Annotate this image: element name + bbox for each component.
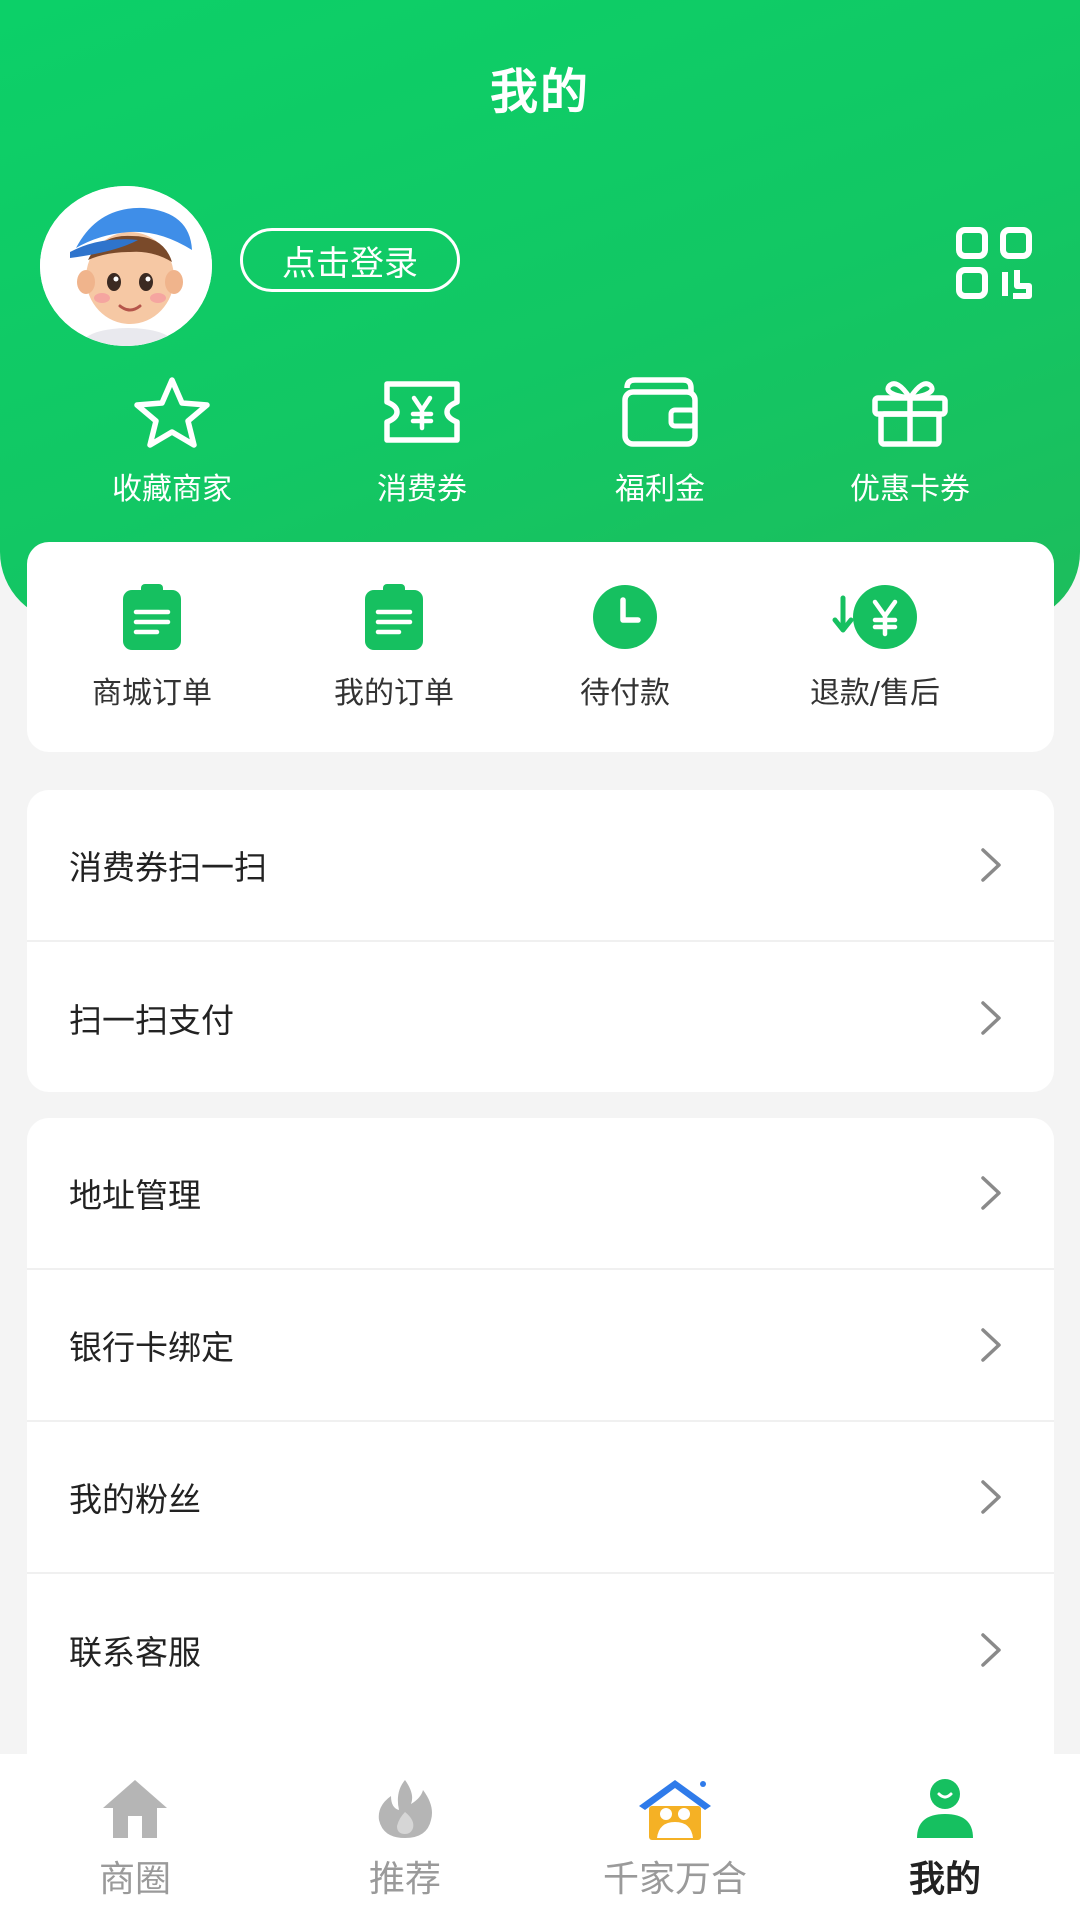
tab-label: 推荐 <box>368 1859 441 1900</box>
quick-item-vouchers[interactable]: 消费券 <box>312 374 532 508</box>
menu-item-voucher-scan[interactable]: 消费券扫一扫 <box>27 790 1054 942</box>
quick-item-label: 消费券 <box>377 472 467 507</box>
quick-item-favorites[interactable]: 收藏商家 <box>62 374 282 508</box>
quick-item-label: 优惠卡券 <box>850 472 970 507</box>
chevron-right-icon <box>981 1328 1001 1362</box>
menu-item-label: 地址管理 <box>69 1176 201 1215</box>
order-item-label: 商城订单 <box>92 676 212 711</box>
menu-group-scan: 消费券扫一扫 扫一扫支付 <box>27 790 1054 1092</box>
tab-label: 我的 <box>908 1859 981 1900</box>
menu-item-label: 银行卡绑定 <box>69 1328 234 1367</box>
clock-icon <box>593 585 657 649</box>
menu-group-settings: 地址管理 银行卡绑定 我的粉丝 联系客服 <box>27 1118 1054 1758</box>
menu-item-bank-card[interactable]: 银行卡绑定 <box>27 1270 1054 1422</box>
order-doc-icon <box>365 584 423 650</box>
menu-item-label: 我的粉丝 <box>69 1480 201 1519</box>
page-title: 我的 <box>489 64 590 120</box>
flame-icon <box>378 1780 432 1838</box>
order-item-mine[interactable]: 我的订单 <box>269 582 519 712</box>
order-item-refund[interactable]: 退款/售后 <box>750 582 1000 712</box>
quick-item-coupons[interactable]: 优惠卡券 <box>800 374 1020 508</box>
tab-recommend[interactable]: 推荐 <box>305 1776 505 1902</box>
tab-label: 商圈 <box>98 1859 171 1900</box>
avatar[interactable] <box>40 186 212 346</box>
login-button[interactable]: 点击登录 <box>240 228 460 292</box>
chevron-right-icon <box>981 1176 1001 1210</box>
wallet-icon <box>622 377 698 447</box>
star-icon <box>134 377 210 448</box>
user-icon <box>917 1779 973 1838</box>
quick-item-welfare[interactable]: 福利金 <box>550 374 770 508</box>
order-doc-icon <box>123 584 181 650</box>
tab-business-circle[interactable]: 商圈 <box>35 1776 235 1902</box>
home-icon <box>103 1780 167 1838</box>
boy-avatar-icon <box>40 186 212 346</box>
order-item-label: 我的订单 <box>334 676 454 711</box>
order-item-pending-payment[interactable]: 待付款 <box>500 582 750 712</box>
menu-item-label: 消费券扫一扫 <box>69 848 267 887</box>
menu-item-label: 联系客服 <box>69 1633 201 1672</box>
quick-links-row: 收藏商家 消费券 福利金 优惠卡券 <box>0 374 1080 514</box>
menu-item-label: 扫一扫支付 <box>69 1001 234 1040</box>
qr-code-icon[interactable] <box>955 226 1035 300</box>
tab-mine[interactable]: 我的 <box>845 1776 1045 1902</box>
chevron-right-icon <box>981 1480 1001 1514</box>
quick-item-label: 福利金 <box>615 472 705 507</box>
house-family-icon <box>639 1780 711 1840</box>
tab-family[interactable]: 千家万合 <box>575 1776 775 1902</box>
order-item-mall[interactable]: 商城订单 <box>27 582 277 712</box>
gift-icon <box>872 381 948 447</box>
chevron-right-icon <box>981 1633 1001 1667</box>
chevron-right-icon <box>981 1001 1001 1035</box>
ticket-icon <box>384 381 460 443</box>
profile-header: 我的 点击登录 收藏商家 消费券 福利金 优惠卡券 <box>0 0 1080 622</box>
refund-icon <box>832 585 917 649</box>
order-item-label: 退款/售后 <box>809 676 941 711</box>
order-item-label: 待付款 <box>580 676 670 711</box>
tab-label: 千家万合 <box>602 1859 747 1900</box>
menu-item-fans[interactable]: 我的粉丝 <box>27 1422 1054 1574</box>
quick-item-label: 收藏商家 <box>112 472 232 507</box>
chevron-right-icon <box>981 848 1001 882</box>
orders-card: 商城订单 我的订单 待付款 退款/售后 <box>27 542 1054 752</box>
menu-item-address[interactable]: 地址管理 <box>27 1118 1054 1270</box>
menu-item-customer-service[interactable]: 联系客服 <box>27 1574 1054 1726</box>
bottom-tab-bar: 商圈 推荐 千家万合 我的 <box>0 1754 1080 1920</box>
menu-item-scan-pay[interactable]: 扫一扫支付 <box>27 942 1054 1094</box>
